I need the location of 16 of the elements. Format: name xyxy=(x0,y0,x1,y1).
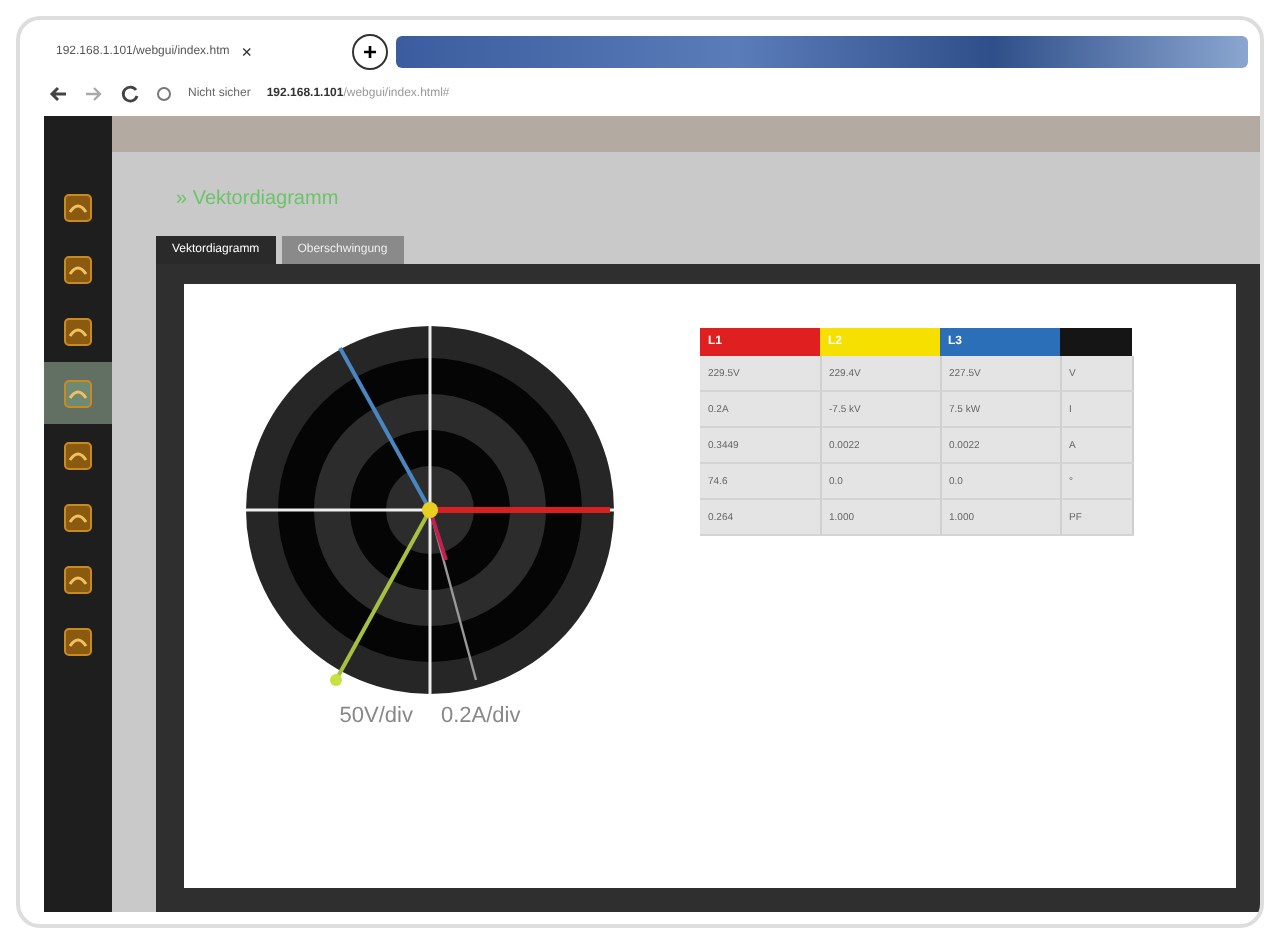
back-icon[interactable] xyxy=(48,84,68,104)
menu-icon xyxy=(64,441,92,469)
current-scale-label: 0.2A/div xyxy=(440,704,521,728)
page-heading: » Vektordiagramm xyxy=(176,188,341,214)
menu-icon xyxy=(64,627,92,655)
info-icon xyxy=(156,86,172,102)
new-tab-button[interactable]: + xyxy=(352,34,388,70)
menu-icon xyxy=(64,565,92,593)
close-icon[interactable]: × xyxy=(241,42,252,62)
reload-icon[interactable] xyxy=(120,84,140,104)
menu-icon xyxy=(64,503,92,531)
voltage-scale-label: 50V/div xyxy=(339,704,413,728)
menu-icon xyxy=(64,379,92,407)
menu-icon xyxy=(64,317,92,345)
menu-icon xyxy=(64,193,92,221)
menu-icon xyxy=(64,255,92,283)
